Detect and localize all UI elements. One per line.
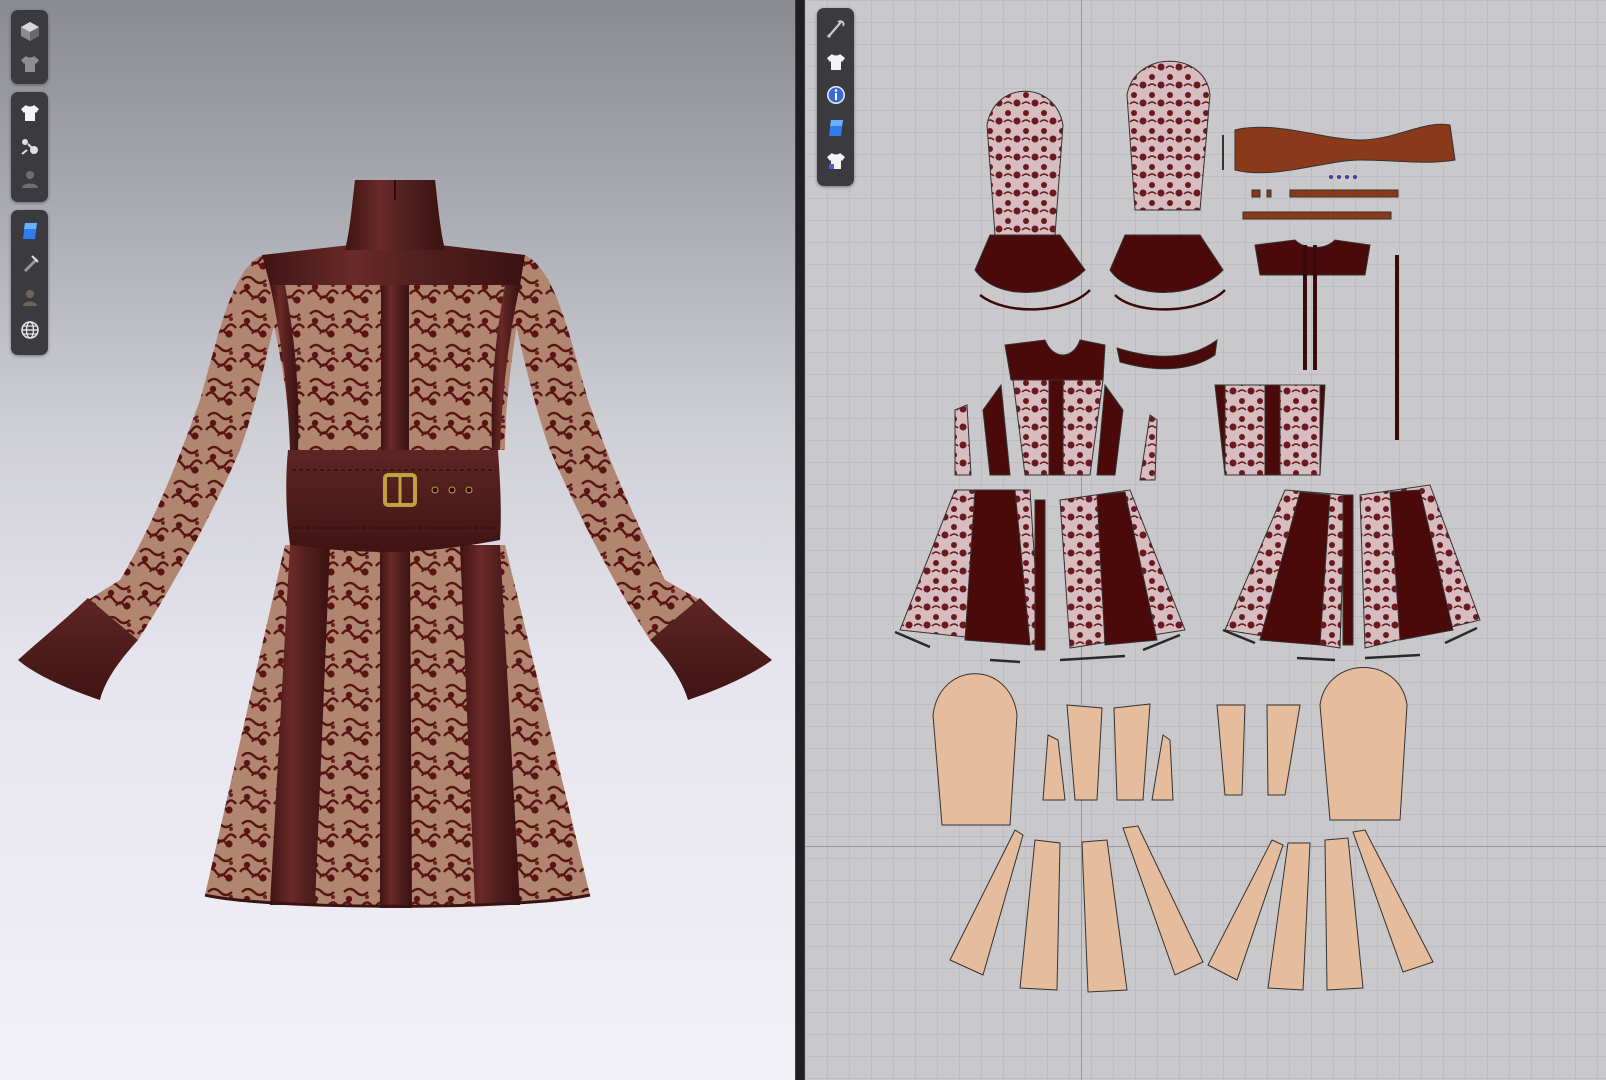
pattern-yoke-front: [1004, 339, 1106, 381]
render-toolbar: [11, 210, 48, 355]
pattern-lining-gore-8: [1352, 829, 1434, 973]
pattern-collar: [1116, 338, 1218, 370]
pattern-lining-sleeve-right: [1319, 667, 1408, 821]
pattern-side-panel-2: [982, 383, 1011, 476]
garment-icon[interactable]: [821, 45, 851, 78]
pattern-yoke-back: [1254, 239, 1371, 276]
pattern-sleeve-upper-right: [1126, 60, 1211, 211]
pattern-lining-gore-1: [949, 829, 1024, 976]
avatar-skin-icon[interactable]: [15, 280, 45, 313]
texture-render-icon[interactable]: [15, 214, 45, 247]
belt: [286, 450, 501, 552]
pattern-lining-gore-3: [1081, 839, 1128, 993]
pattern-belt-main: [1234, 123, 1456, 174]
show-garment-icon[interactable]: [15, 96, 45, 129]
garment-lock-icon[interactable]: [821, 144, 851, 177]
app-window: [0, 0, 1606, 1080]
avatar-cube-icon[interactable]: [15, 14, 45, 47]
pattern-cuff-right: [1109, 234, 1224, 293]
2d-toolbar: [817, 8, 854, 186]
pattern-lining-gore-2: [1019, 839, 1061, 991]
pattern-lining-gore-4: [1122, 825, 1204, 976]
yoke: [262, 245, 525, 285]
skirt-panel-center: [380, 545, 412, 908]
3d-garment-scene[interactable]: [0, 0, 795, 1080]
pattern-belt-strap: [1289, 189, 1399, 198]
pattern-lining-gore-7: [1324, 837, 1364, 991]
view-splitter[interactable]: [795, 0, 805, 1080]
pattern-lining-panel-1: [1042, 734, 1066, 801]
bodice-panel-center: [381, 285, 409, 450]
lighting-icon[interactable]: [15, 247, 45, 280]
pattern-lining-panel-6: [1266, 704, 1301, 796]
right-sleeve: [510, 255, 700, 640]
globe-icon[interactable]: [15, 313, 45, 346]
pattern-pieces-canvas[interactable]: [805, 0, 1606, 1080]
texture-2d-icon[interactable]: [821, 111, 851, 144]
sewing-icon[interactable]: [15, 129, 45, 162]
pattern-lining-panel-4: [1151, 734, 1174, 801]
info-icon[interactable]: [821, 78, 851, 111]
pattern-belt-strap-long: [1242, 211, 1392, 220]
pattern-lining-panel-3: [1113, 703, 1151, 801]
3d-viewport[interactable]: [0, 0, 795, 1080]
pattern-sleeve-upper-left: [986, 90, 1064, 236]
pattern-lining-sleeve-left: [932, 673, 1018, 826]
view-mode-toolbar: [11, 10, 48, 84]
show-avatar-icon[interactable]: [15, 162, 45, 195]
pattern-lining-panel-2: [1066, 704, 1103, 801]
left-sleeve: [88, 255, 280, 640]
pattern-cuff-left: [974, 234, 1086, 293]
pattern-side-panel-4: [1139, 414, 1158, 481]
pattern-side-panel-1: [954, 404, 972, 476]
pattern-lining-panel-5: [1216, 704, 1246, 796]
2d-pattern-window[interactable]: [805, 0, 1606, 1080]
display-toolbar: [11, 92, 48, 202]
edit-pattern-icon[interactable]: [821, 12, 851, 45]
garment-shirt-icon[interactable]: [15, 47, 45, 80]
